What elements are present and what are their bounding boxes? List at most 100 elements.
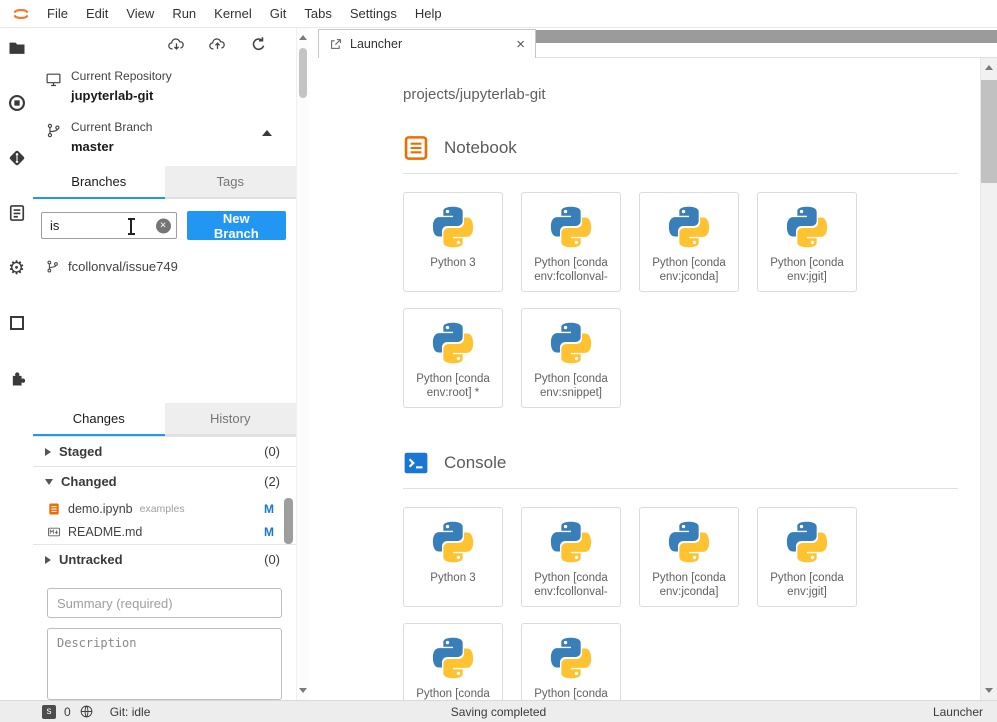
current-branch-value: master <box>71 139 114 154</box>
branch-list-item[interactable]: fcollonval/issue749 <box>33 254 296 279</box>
current-branch-label: Current Branch <box>71 120 153 134</box>
launcher-card[interactable]: Python [conda env:snippet] <box>521 623 621 700</box>
launcher-card-label: Python [conda env:snippet] <box>534 688 608 700</box>
changed-file-row[interactable]: demo.ipynb examples M <box>33 497 296 520</box>
python-icon <box>432 206 474 248</box>
launcher-card[interactable]: Python 3 <box>403 507 503 607</box>
file-browser-icon[interactable] <box>7 38 27 58</box>
menu-item[interactable]: Edit <box>77 6 117 21</box>
sidebar-scrollbar-thumb[interactable] <box>299 48 307 98</box>
panel-splitter[interactable] <box>309 28 318 700</box>
untracked-section-header[interactable]: Untracked (0) <box>33 544 296 574</box>
current-repository-block: Current Repository jupyterlab-git <box>33 60 296 111</box>
notebook-launcher-cards: Python 3 Python [conda env:fcollonval- P… <box>403 192 903 424</box>
menu-item[interactable]: Kernel <box>205 6 261 21</box>
changed-file-row[interactable]: README.md M <box>33 520 296 543</box>
launcher-card-label: Python [conda env:fcollonval- <box>534 257 608 284</box>
main-scrollbar-thumb[interactable] <box>981 80 997 183</box>
menu-item[interactable]: File <box>38 6 77 21</box>
globe-icon <box>79 704 94 719</box>
clear-filter-icon[interactable]: × <box>155 218 171 233</box>
python-icon <box>550 637 592 679</box>
menu-item[interactable]: View <box>117 6 163 21</box>
python-icon <box>550 322 592 364</box>
file-name: demo.ipynb <box>68 501 133 516</box>
markdown-file-icon <box>47 527 61 536</box>
main-scrollbar[interactable] <box>980 58 997 700</box>
branch-filter-row: is × New Branch <box>33 199 296 246</box>
caret-right-icon <box>45 555 51 564</box>
scroll-up-icon[interactable] <box>985 65 993 70</box>
git-status-text[interactable]: Git: idle <box>110 705 151 719</box>
tab-label: Launcher <box>350 37 403 51</box>
notebook-section-title: Notebook <box>444 138 517 157</box>
workspace: ⚙ Current Repository jupyterlab-git Curr… <box>0 28 997 700</box>
collapse-branch-caret-icon[interactable] <box>262 130 272 136</box>
menu-item[interactable]: Run <box>163 6 205 21</box>
staged-label: Staged <box>59 444 103 459</box>
file-path: examples <box>139 502 185 515</box>
scroll-up-icon[interactable] <box>299 35 307 40</box>
launcher-card-label: Python [conda env:jconda] <box>652 257 726 284</box>
status-left-group: s 0 Git: idle <box>42 704 150 719</box>
running-sessions-icon[interactable] <box>7 93 27 113</box>
menu-item[interactable]: Help <box>406 6 451 21</box>
tab-tags[interactable]: Tags <box>164 166 296 199</box>
commit-summary-input[interactable] <box>47 588 282 618</box>
dock-tab-bar: Launcher × <box>318 28 997 58</box>
main-dock-area: Launcher × projects/jupyterlab-git Noteb… <box>318 28 997 700</box>
launcher-card[interactable]: Python [conda env:jconda] <box>639 507 739 607</box>
launcher-card-label: Python [conda env:jgit] <box>770 257 844 284</box>
scroll-down-icon[interactable] <box>299 688 307 693</box>
sidebar-scrollbar[interactable] <box>296 28 309 700</box>
launcher-card[interactable]: Python [conda env:root] * <box>403 308 503 408</box>
tab-launcher[interactable]: Launcher × <box>318 29 536 58</box>
new-branch-button[interactable]: New Branch <box>186 211 286 241</box>
notebook-icon <box>404 136 428 160</box>
launcher-content: projects/jupyterlab-git Notebook Python … <box>318 58 980 700</box>
menu-item[interactable]: Tabs <box>295 6 340 21</box>
launcher-card[interactable]: Python [conda env:snippet] <box>521 308 621 408</box>
launcher-card[interactable]: Python [conda env:fcollonval- <box>521 192 621 292</box>
launcher-card[interactable]: Python [conda env:jconda] <box>639 192 739 292</box>
changed-section-header[interactable]: Changed (2) <box>33 466 296 496</box>
launcher-cwd: projects/jupyterlab-git <box>403 86 546 103</box>
command-palette-icon[interactable] <box>7 203 27 223</box>
extension-manager-icon[interactable] <box>7 368 27 388</box>
launcher-icon <box>331 39 341 49</box>
current-repository-value: jupyterlab-git <box>71 88 154 103</box>
file-list-scrollbar-thumb[interactable] <box>284 498 293 544</box>
launcher-card[interactable]: Python [conda env:root] * <box>403 623 503 700</box>
menu-item[interactable]: Git <box>261 6 296 21</box>
section-divider <box>403 173 958 174</box>
branch-icon <box>47 123 60 138</box>
git-sidebar-icon[interactable] <box>7 148 27 168</box>
git-push-icon[interactable] <box>208 35 227 54</box>
changed-count: (2) <box>264 474 280 489</box>
tab-changes[interactable]: Changes <box>33 403 165 436</box>
launcher-card[interactable]: Python [conda env:jgit] <box>757 507 857 607</box>
scroll-down-icon[interactable] <box>985 688 993 693</box>
repository-icon <box>46 73 61 87</box>
changes-history-tabs: Changes History <box>33 403 296 436</box>
tab-branches[interactable]: Branches <box>33 166 165 199</box>
staged-section-header[interactable]: Staged (0) <box>33 436 296 466</box>
branch-filter-input[interactable]: is × <box>41 212 177 239</box>
tab-history[interactable]: History <box>164 403 296 436</box>
caret-down-icon <box>45 478 53 485</box>
menu-bar: File Edit View Run Kernel Git Tabs Setti… <box>0 0 997 28</box>
console-section-title: Console <box>444 453 507 472</box>
menu-item[interactable]: Settings <box>341 6 406 21</box>
branch-list: fcollonval/issue749 <box>33 246 296 403</box>
launcher-card[interactable]: Python 3 <box>403 192 503 292</box>
open-tabs-icon[interactable] <box>7 313 27 333</box>
launcher-card[interactable]: Python [conda env:fcollonval- <box>521 507 621 607</box>
launcher-card-label: Python 3 <box>430 572 476 584</box>
git-pull-icon[interactable] <box>167 35 186 54</box>
commit-description-input[interactable] <box>47 628 282 700</box>
close-tab-icon[interactable]: × <box>516 37 525 52</box>
launcher-card[interactable]: Python [conda env:jgit] <box>757 192 857 292</box>
caret-right-icon <box>45 447 51 456</box>
property-inspector-icon[interactable]: ⚙ <box>7 258 27 278</box>
refresh-icon[interactable] <box>249 35 268 54</box>
